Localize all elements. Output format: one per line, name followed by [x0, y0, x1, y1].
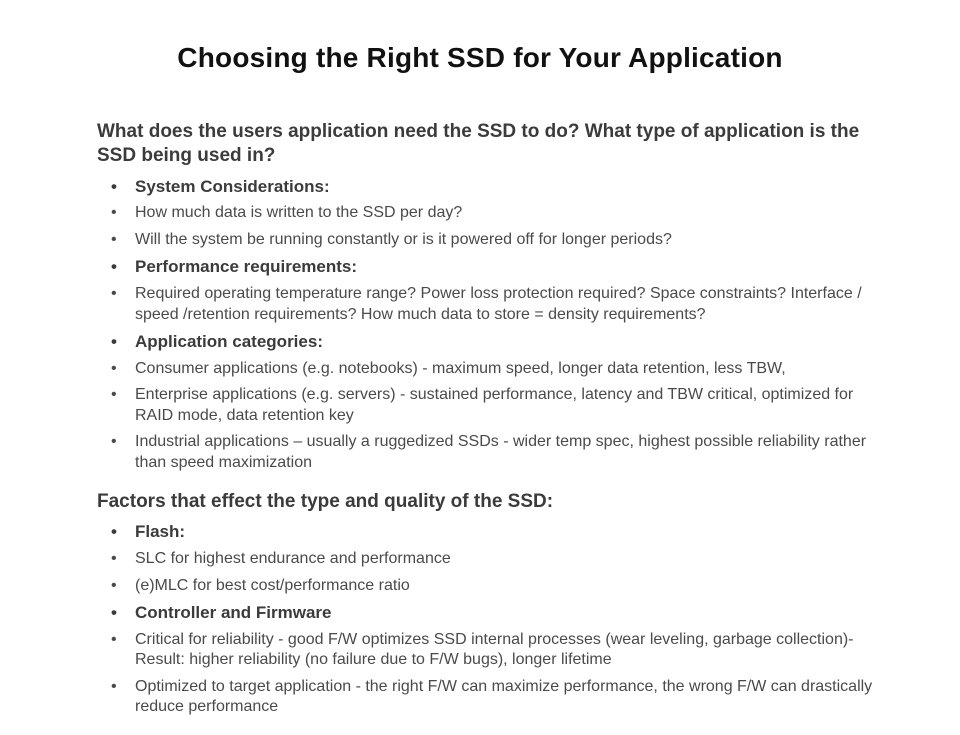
list-item: System Considerations:	[97, 173, 877, 201]
list-item: Enterprise applications (e.g. servers) -…	[97, 382, 877, 429]
list-item: (e)MLC for best cost/performance ratio	[97, 573, 877, 599]
list-item: Required operating temperature range? Po…	[97, 281, 877, 328]
slide: Choosing the Right SSD for Your Applicat…	[0, 0, 960, 720]
list-item: Flash:	[97, 518, 877, 546]
list-item: SLC for highest endurance and performanc…	[97, 546, 877, 572]
list-item: How much data is written to the SSD per …	[97, 200, 877, 226]
list-item: Critical for reliability - good F/W opti…	[97, 627, 877, 674]
list-item: Controller and Firmware	[97, 599, 877, 627]
section-heading-1: What does the users application need the…	[97, 120, 877, 169]
section-heading-2: Factors that effect the type and quality…	[97, 490, 877, 514]
bullet-list-2: Flash: SLC for highest endurance and per…	[97, 518, 877, 720]
list-item: Will the system be running constantly or…	[97, 227, 877, 253]
list-item: Industrial applications – usually a rugg…	[97, 429, 877, 476]
list-item: Application categories:	[97, 328, 877, 356]
slide-title: Choosing the Right SSD for Your Applicat…	[0, 42, 960, 74]
list-item: Consumer applications (e.g. notebooks) -…	[97, 356, 877, 382]
list-item: Optimized to target application - the ri…	[97, 674, 877, 721]
list-item: Performance requirements:	[97, 253, 877, 281]
bullet-list-1: System Considerations: How much data is …	[97, 173, 877, 476]
slide-body: What does the users application need the…	[97, 120, 877, 735]
